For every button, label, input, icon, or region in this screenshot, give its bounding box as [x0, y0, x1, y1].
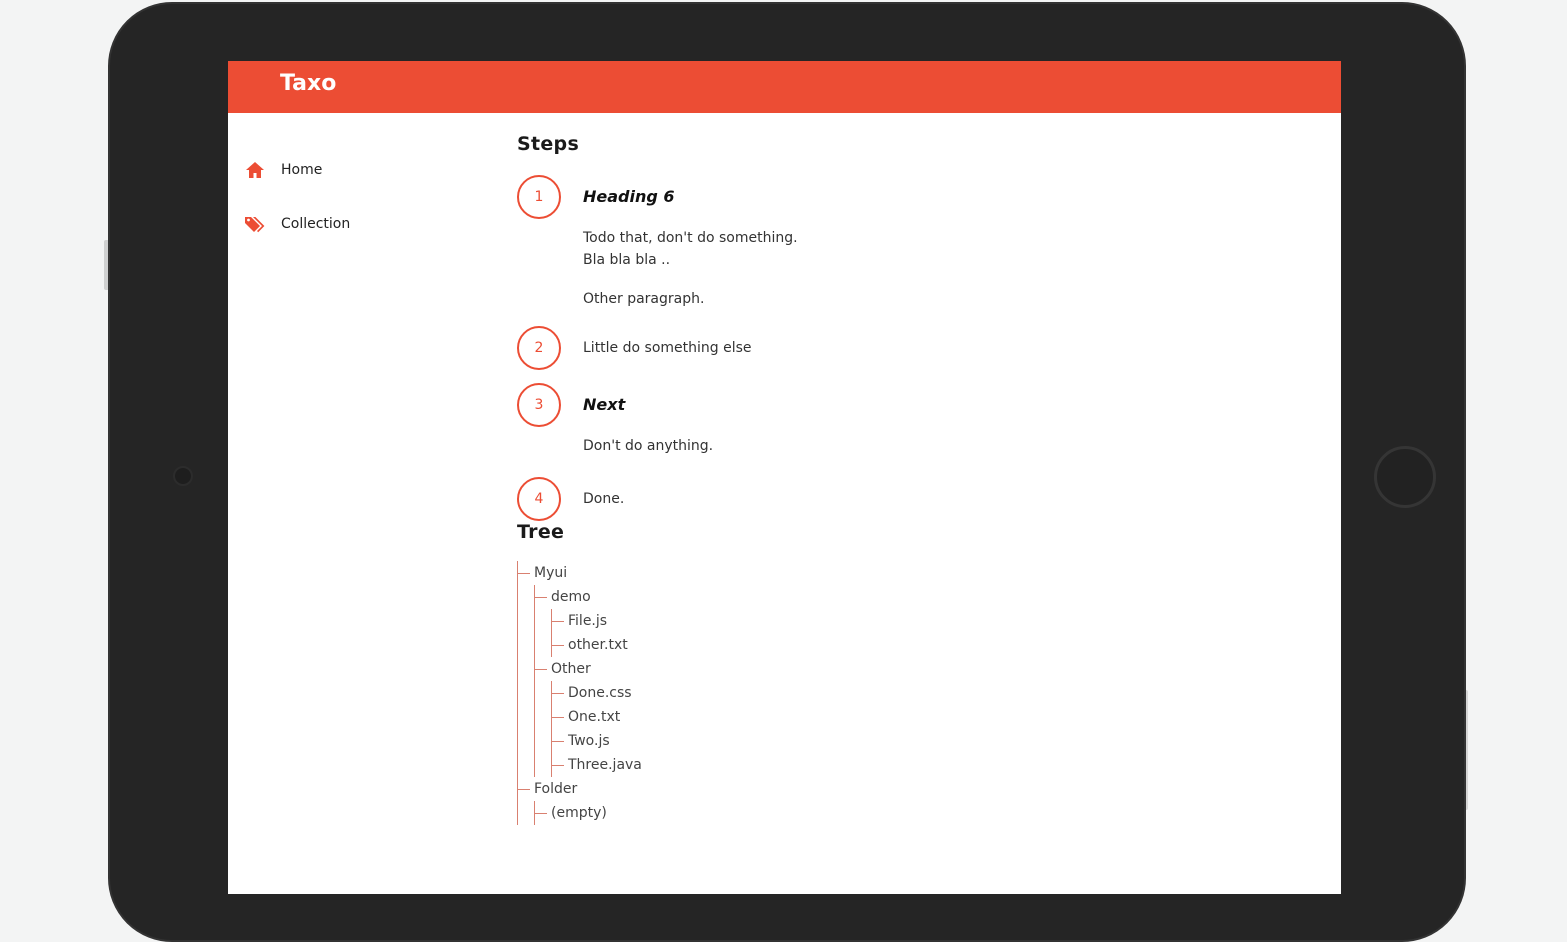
step-paragraph: Don't do anything. — [583, 438, 714, 454]
tree-node[interactable]: Myui demo File.js other.txt Other Done.c… — [518, 561, 1317, 777]
tree-node-label: Two.js — [568, 733, 610, 749]
tag-icon — [244, 213, 266, 235]
tree-node-label: Folder — [534, 781, 578, 797]
tree-node-label: File.js — [568, 613, 608, 629]
camera-icon — [173, 466, 193, 486]
app-title: Taxo — [280, 71, 337, 96]
step-text: Done. — [583, 491, 625, 507]
tree-node-label: Done.css — [568, 685, 632, 701]
step-number: 2 — [517, 326, 561, 370]
step-number: 4 — [517, 477, 561, 521]
tree-leaf[interactable]: One.txt — [552, 705, 1317, 729]
step-heading: Next — [583, 395, 626, 414]
steps-title: Steps — [517, 133, 580, 155]
step-paragraph: Todo that, don't do something. — [583, 230, 798, 246]
file-tree: Myui demo File.js other.txt Other Done.c… — [517, 561, 1317, 825]
tree-node-label: Three.java — [568, 757, 642, 773]
step-paragraph: Bla bla bla .. — [583, 252, 671, 268]
tree-node-label: One.txt — [568, 709, 621, 725]
sidebar-item-label: Home — [281, 162, 323, 178]
step-number: 3 — [517, 383, 561, 427]
step-item: 1 Heading 6 Todo that, don't do somethin… — [517, 175, 1317, 310]
main-content: Steps 1 Heading 6 Todo that, don't do so… — [517, 133, 1317, 825]
step-heading: Heading 6 — [583, 187, 675, 206]
home-icon — [244, 159, 266, 181]
tablet-home-button[interactable] — [1374, 446, 1436, 508]
step-item: 3 Next Don't do anything. — [517, 383, 1317, 457]
tree-node-label: demo — [551, 589, 591, 605]
app-screen: Taxo Home Collection Steps 1 Heading 6 T… — [228, 61, 1341, 894]
tree-leaf[interactable]: Done.css — [552, 681, 1317, 705]
tree-leaf[interactable]: other.txt — [552, 633, 1317, 657]
tree-node-label: (empty) — [551, 805, 607, 821]
sidebar-item-home[interactable]: Home — [244, 143, 484, 197]
step-item: 2 Little do something else — [517, 326, 1317, 370]
tree-node[interactable]: Other Done.css One.txt Two.js Three.java — [535, 657, 1317, 777]
sidebar-item-collection[interactable]: Collection — [244, 197, 484, 251]
steps-list: 1 Heading 6 Todo that, don't do somethin… — [517, 175, 1317, 521]
tree-node-label: other.txt — [568, 637, 628, 653]
step-body: Don't do anything. — [583, 435, 1317, 457]
tree-node[interactable]: demo File.js other.txt — [535, 585, 1317, 657]
step-text: Little do something else — [583, 340, 752, 356]
tree-leaf[interactable]: Three.java — [552, 753, 1317, 777]
step-body: Todo that, don't do something. Bla bla b… — [583, 227, 1317, 310]
tree-node-label: Myui — [534, 565, 568, 581]
sidebar-nav: Home Collection — [244, 143, 484, 251]
step-paragraph: Other paragraph. — [583, 291, 705, 307]
tree-node[interactable]: Folder (empty) — [518, 777, 1317, 825]
tree-leaf: (empty) — [535, 801, 1317, 825]
step-item: 4 Done. — [517, 477, 1317, 521]
tree-node-label: Other — [551, 661, 591, 677]
tree-leaf[interactable]: Two.js — [552, 729, 1317, 753]
step-number: 1 — [517, 175, 561, 219]
sidebar-item-label: Collection — [281, 216, 351, 232]
tree-title: Tree — [517, 521, 565, 543]
app-bar: Taxo — [228, 61, 1341, 113]
tree-leaf[interactable]: File.js — [552, 609, 1317, 633]
